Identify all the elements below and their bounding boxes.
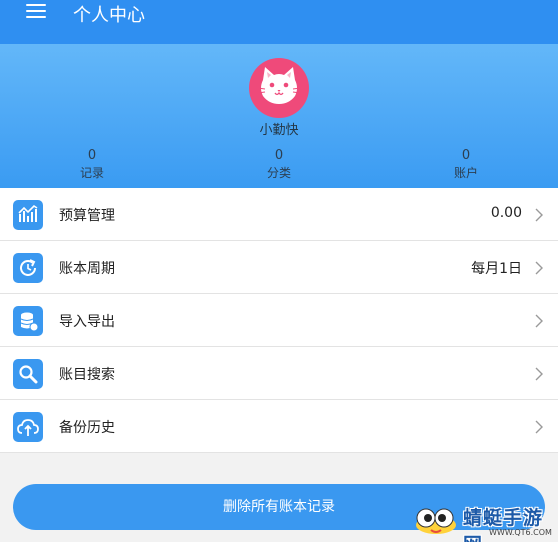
chevron-right-icon — [535, 367, 543, 381]
menu-item-import-export[interactable]: 导入导出 — [0, 294, 558, 347]
stat-accounts[interactable]: 0 账户 — [426, 148, 506, 182]
cat-avatar-icon[interactable] — [249, 58, 309, 118]
watermark-url: WWW.QT6.COM — [489, 528, 552, 537]
menu-item-cycle-value: 每月1日 — [471, 261, 522, 277]
menu-item-backup-history-label: 备份历史 — [59, 420, 115, 436]
watermark: 蜻蜓手游网 WWW.QT6.COM — [409, 497, 558, 542]
chevron-right-icon — [535, 420, 543, 434]
menu-item-import-export-label: 导入导出 — [59, 314, 115, 330]
stat-categories-count: 0 — [274, 148, 284, 163]
budget-chart-icon — [13, 200, 43, 230]
search-icon — [13, 359, 43, 389]
menu-item-cycle[interactable]: 账本周期 每月1日 — [0, 241, 558, 294]
page-title: 个人中心 — [73, 5, 145, 26]
chevron-right-icon — [535, 261, 543, 275]
menu-item-budget-value: 0.00 — [490, 205, 522, 221]
cloud-upload-icon — [13, 412, 43, 442]
chevron-right-icon — [535, 208, 543, 222]
stat-records-count: 0 — [87, 148, 97, 163]
menu-item-budget[interactable]: 预算管理 0.00 — [0, 188, 558, 241]
menu-item-cycle-label: 账本周期 — [59, 261, 115, 277]
menu-item-backup-history[interactable]: 备份历史 — [0, 400, 558, 453]
profile-header: 小勤快 0 记录 0 分类 0 账户 — [0, 44, 558, 188]
cycle-icon — [13, 253, 43, 283]
database-icon — [13, 306, 43, 336]
stat-records[interactable]: 0 记录 — [52, 148, 132, 182]
stat-accounts-count: 0 — [461, 148, 471, 163]
stat-categories-label: 分类 — [266, 166, 291, 180]
dragonfly-logo-icon — [416, 508, 456, 534]
menu-item-search-label: 账目搜索 — [59, 367, 115, 383]
menu-item-budget-label: 预算管理 — [59, 208, 115, 224]
settings-list: 预算管理 0.00 账本周期 每月1日 导入导出 账目搜索 备份历史 — [0, 188, 558, 453]
menu-item-search[interactable]: 账目搜索 — [0, 347, 558, 400]
app-bar: 个人中心 — [0, 0, 558, 44]
hamburger-menu-icon[interactable] — [26, 4, 46, 20]
stat-accounts-label: 账户 — [453, 166, 478, 180]
stat-categories[interactable]: 0 分类 — [239, 148, 319, 182]
username: 小勤快 — [259, 123, 299, 138]
stat-records-label: 记录 — [79, 166, 104, 180]
chevron-right-icon — [535, 314, 543, 328]
